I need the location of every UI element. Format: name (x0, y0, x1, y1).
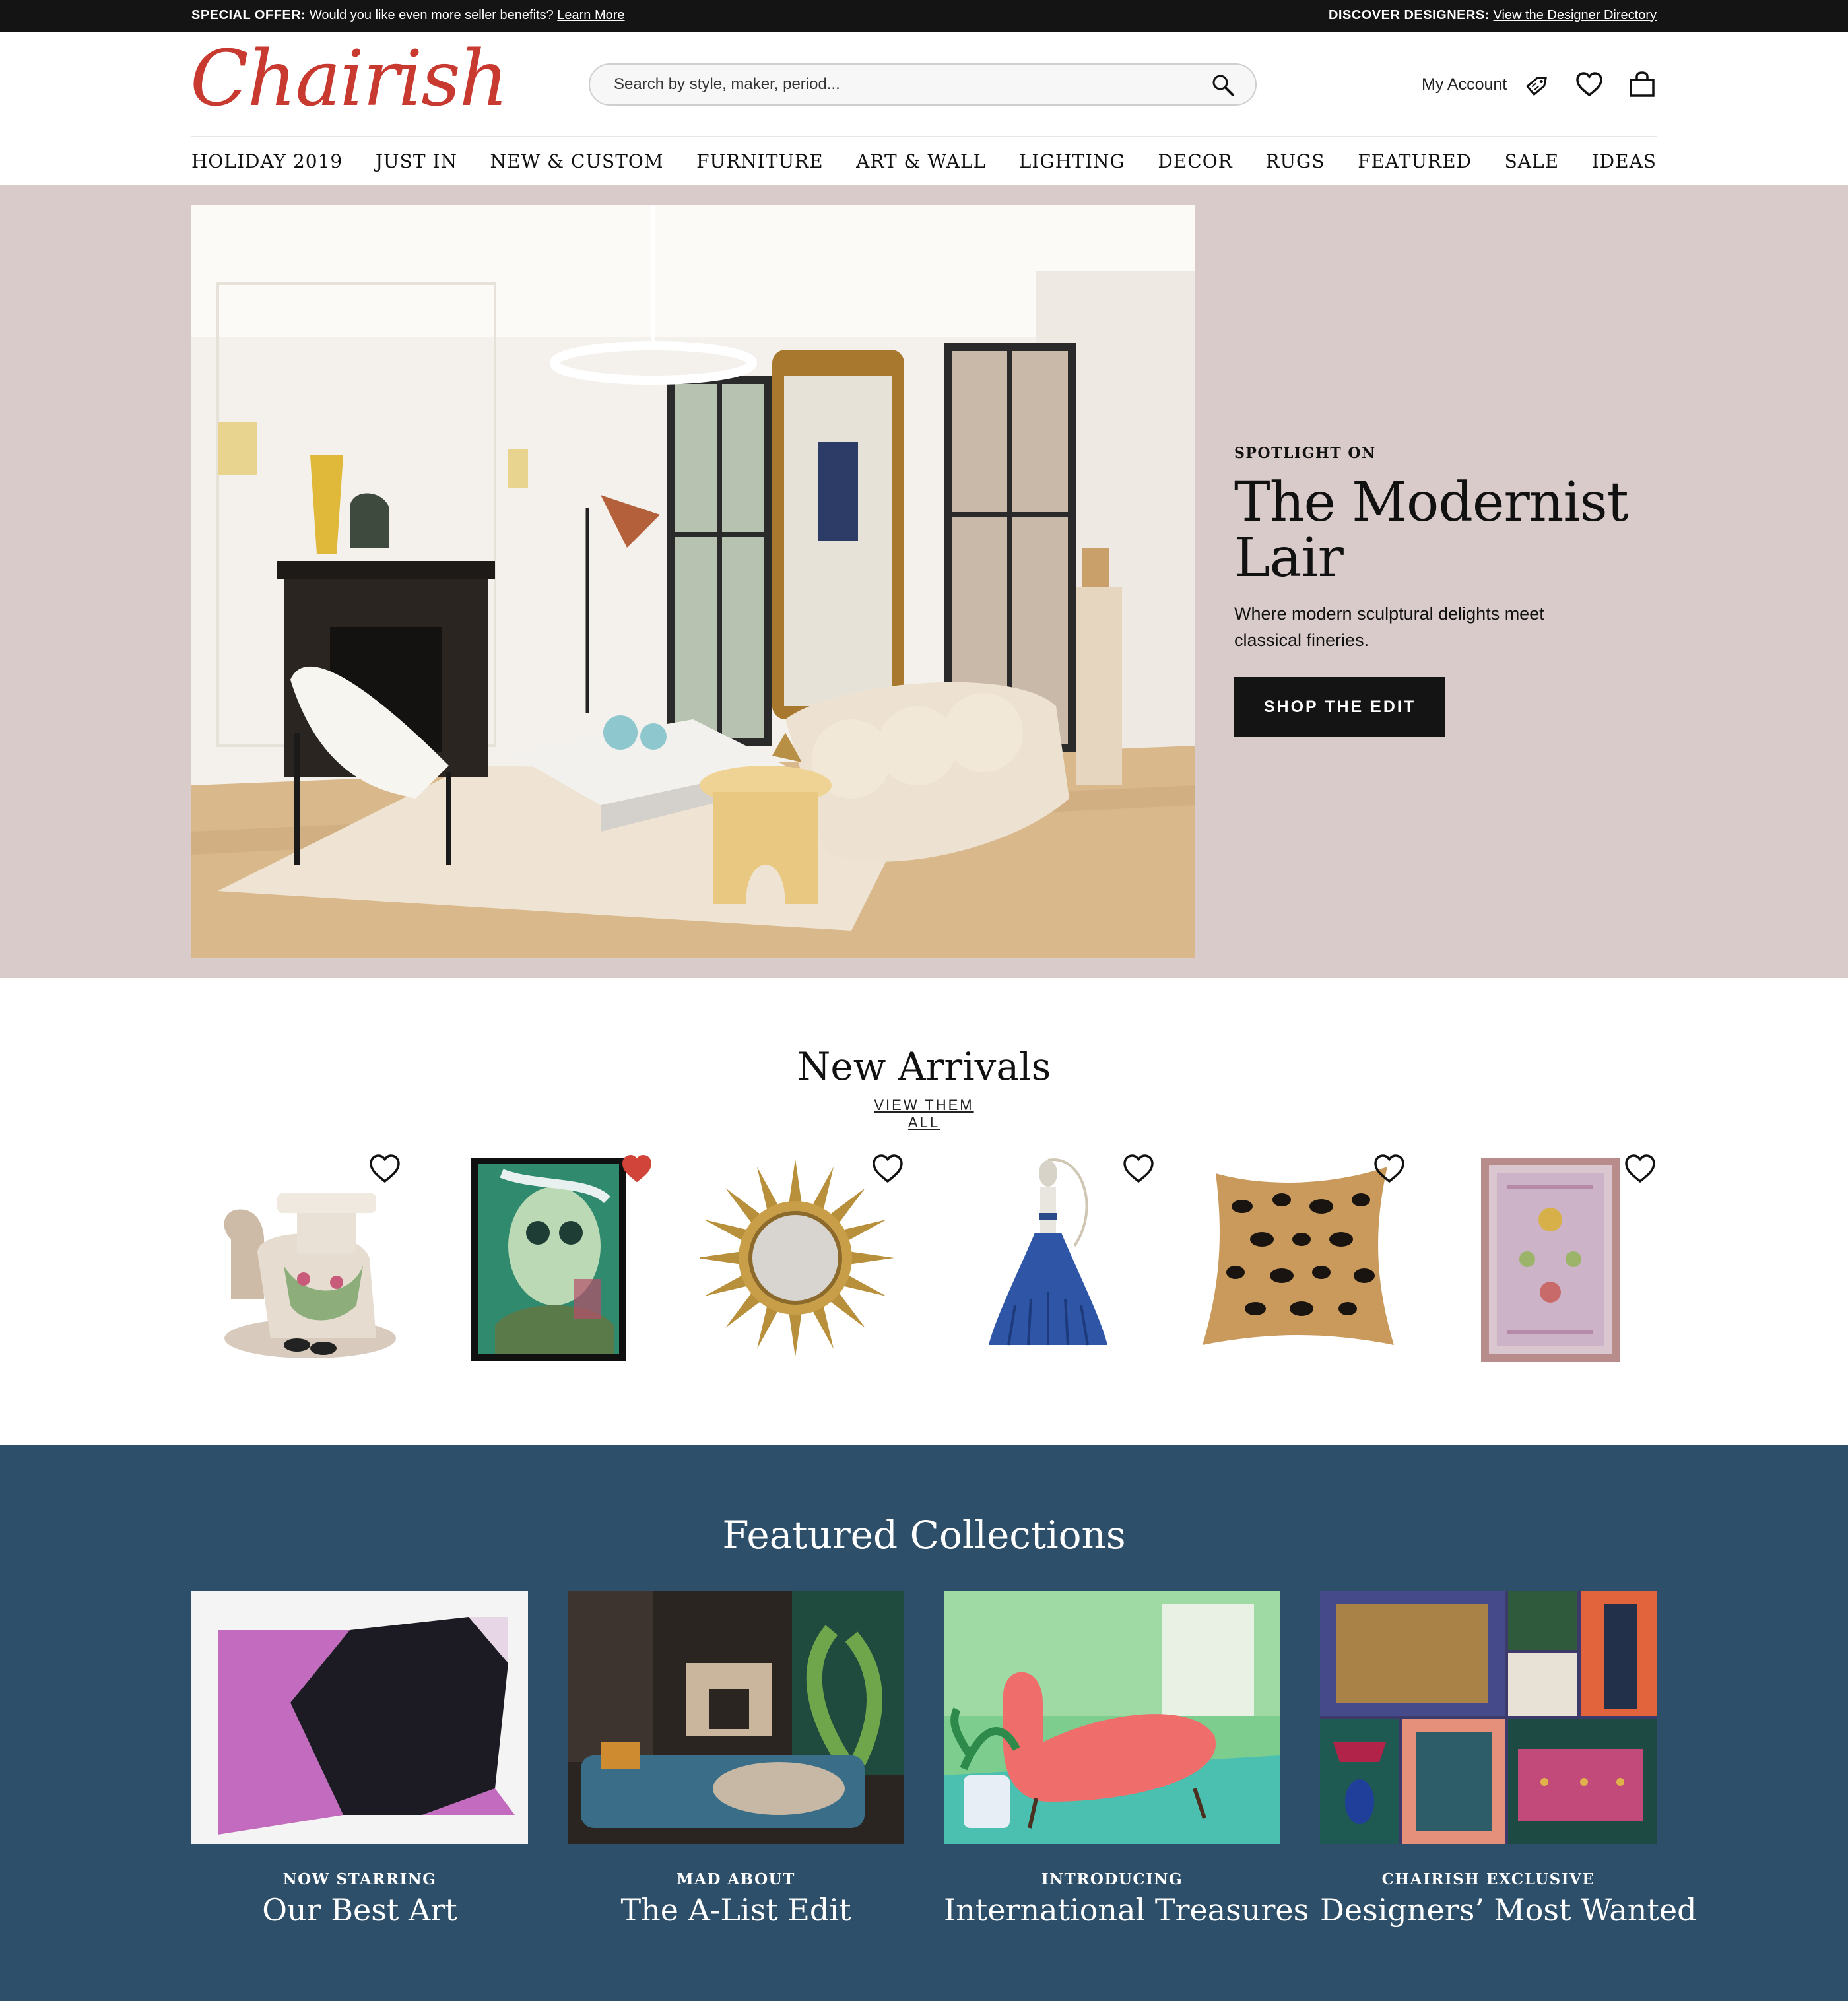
collection-card-a-list-edit[interactable]: MAD ABOUT The A-List Edit (568, 1591, 904, 1928)
designer-directory-link[interactable]: View the Designer Directory (1493, 8, 1657, 22)
nav-lighting[interactable]: LIGHTING (1019, 145, 1125, 178)
featured-collections-title: Featured Collections (722, 1513, 1126, 1558)
hero-section: SPOTLIGHT ON The Modernist Lair Where mo… (0, 185, 1848, 978)
featured-collections-section: Featured Collections NOW STARRING Our Be… (0, 1445, 1848, 2001)
favorite-heart-icon[interactable] (870, 1152, 906, 1185)
collection-eyebrow: NOW STARRING (282, 1870, 437, 1888)
hero-text: SPOTLIGHT ON The Modernist Lair Where mo… (1234, 445, 1696, 737)
nav-art-wall[interactable]: ART & WALL (856, 145, 986, 178)
search-bar[interactable] (589, 63, 1257, 106)
my-account-link[interactable]: My Account (1422, 75, 1507, 94)
hero-title-line-1: The Modernist (1234, 471, 1629, 534)
favorite-heart-icon[interactable] (1622, 1152, 1658, 1185)
collection-name[interactable]: Designers’ Most Wanted (1320, 1892, 1697, 1928)
search-input[interactable] (614, 74, 1195, 95)
promo-bar: SPECIAL OFFER: Would you like even more … (0, 0, 1848, 32)
collection-card-international-treasures[interactable]: INTRODUCING International Treasures (944, 1591, 1309, 1928)
hero-eyebrow: SPOTLIGHT ON (1234, 445, 1376, 462)
collection-eyebrow: CHAIRISH EXCLUSIVE (1381, 1870, 1595, 1888)
collection-eyebrow: MAD ABOUT (676, 1870, 795, 1888)
special-offer-text: Would you like even more seller benefits… (309, 8, 554, 22)
heart-icon[interactable] (1573, 69, 1605, 100)
nav-ideas[interactable]: IDEAS (1592, 145, 1657, 178)
nav-furniture[interactable]: FURNITURE (696, 145, 823, 178)
collection-image-designers-most-wanted[interactable] (1320, 1591, 1657, 1844)
collection-card-designers-most-wanted[interactable]: CHAIRISH EXCLUSIVE Designers’ Most Wante… (1320, 1591, 1697, 1928)
collection-name[interactable]: The A-List Edit (568, 1892, 904, 1928)
favorite-heart-icon-filled[interactable] (619, 1152, 655, 1185)
discover-designers-label: DISCOVER DESIGNERS: (1328, 8, 1490, 22)
nav-holiday-2019[interactable]: HOLIDAY 2019 (191, 145, 343, 178)
hero-title: The Modernist Lair (1234, 475, 1696, 586)
view-them-all-link[interactable]: VIEW THEM ALL (857, 1097, 991, 1131)
new-arrivals-title: New Arrivals (797, 1044, 1051, 1089)
nav-decor[interactable]: DECOR (1158, 145, 1232, 178)
nav-just-in[interactable]: JUST IN (376, 145, 457, 178)
nav-rugs[interactable]: RUGS (1265, 145, 1325, 178)
special-offer: SPECIAL OFFER: Would you like even more … (191, 8, 625, 23)
special-offer-label: SPECIAL OFFER: (191, 8, 306, 22)
discover-designers: DISCOVER DESIGNERS: View the Designer Di… (1329, 8, 1657, 23)
chairish-logo[interactable]: Chairish (190, 41, 509, 117)
nav-featured[interactable]: FEATURED (1358, 145, 1472, 178)
collection-eyebrow: INTRODUCING (1041, 1870, 1183, 1888)
collection-image-a-list-edit[interactable] (568, 1591, 904, 1844)
hero-title-line-2: Lair (1234, 527, 1344, 589)
collection-image-best-art[interactable] (191, 1591, 528, 1844)
nav-new-custom[interactable]: NEW & CUSTOM (490, 145, 664, 178)
learn-more-link[interactable]: Learn More (557, 8, 624, 22)
hero-image[interactable] (191, 205, 1195, 958)
nav-sale[interactable]: SALE (1505, 145, 1559, 178)
shopping-bag-icon[interactable] (1626, 69, 1658, 100)
price-tag-icon[interactable] (1522, 69, 1554, 100)
collection-name[interactable]: Our Best Art (191, 1892, 528, 1928)
collection-name[interactable]: International Treasures (944, 1892, 1309, 1928)
shop-the-edit-button[interactable]: SHOP THE EDIT (1234, 677, 1445, 737)
header-divider (191, 136, 1657, 137)
favorite-heart-icon[interactable] (1371, 1152, 1407, 1185)
favorite-heart-icon[interactable] (1121, 1152, 1156, 1185)
hero-subtitle: Where modern sculptural delights meet cl… (1234, 604, 1544, 650)
favorite-heart-icon[interactable] (367, 1152, 403, 1185)
main-nav: HOLIDAY 2019 JUST IN NEW & CUSTOM FURNIT… (191, 145, 1657, 178)
collection-image-international-treasures[interactable] (944, 1591, 1280, 1844)
search-icon[interactable] (1210, 73, 1237, 99)
collection-card-best-art[interactable]: NOW STARRING Our Best Art (191, 1591, 528, 1928)
